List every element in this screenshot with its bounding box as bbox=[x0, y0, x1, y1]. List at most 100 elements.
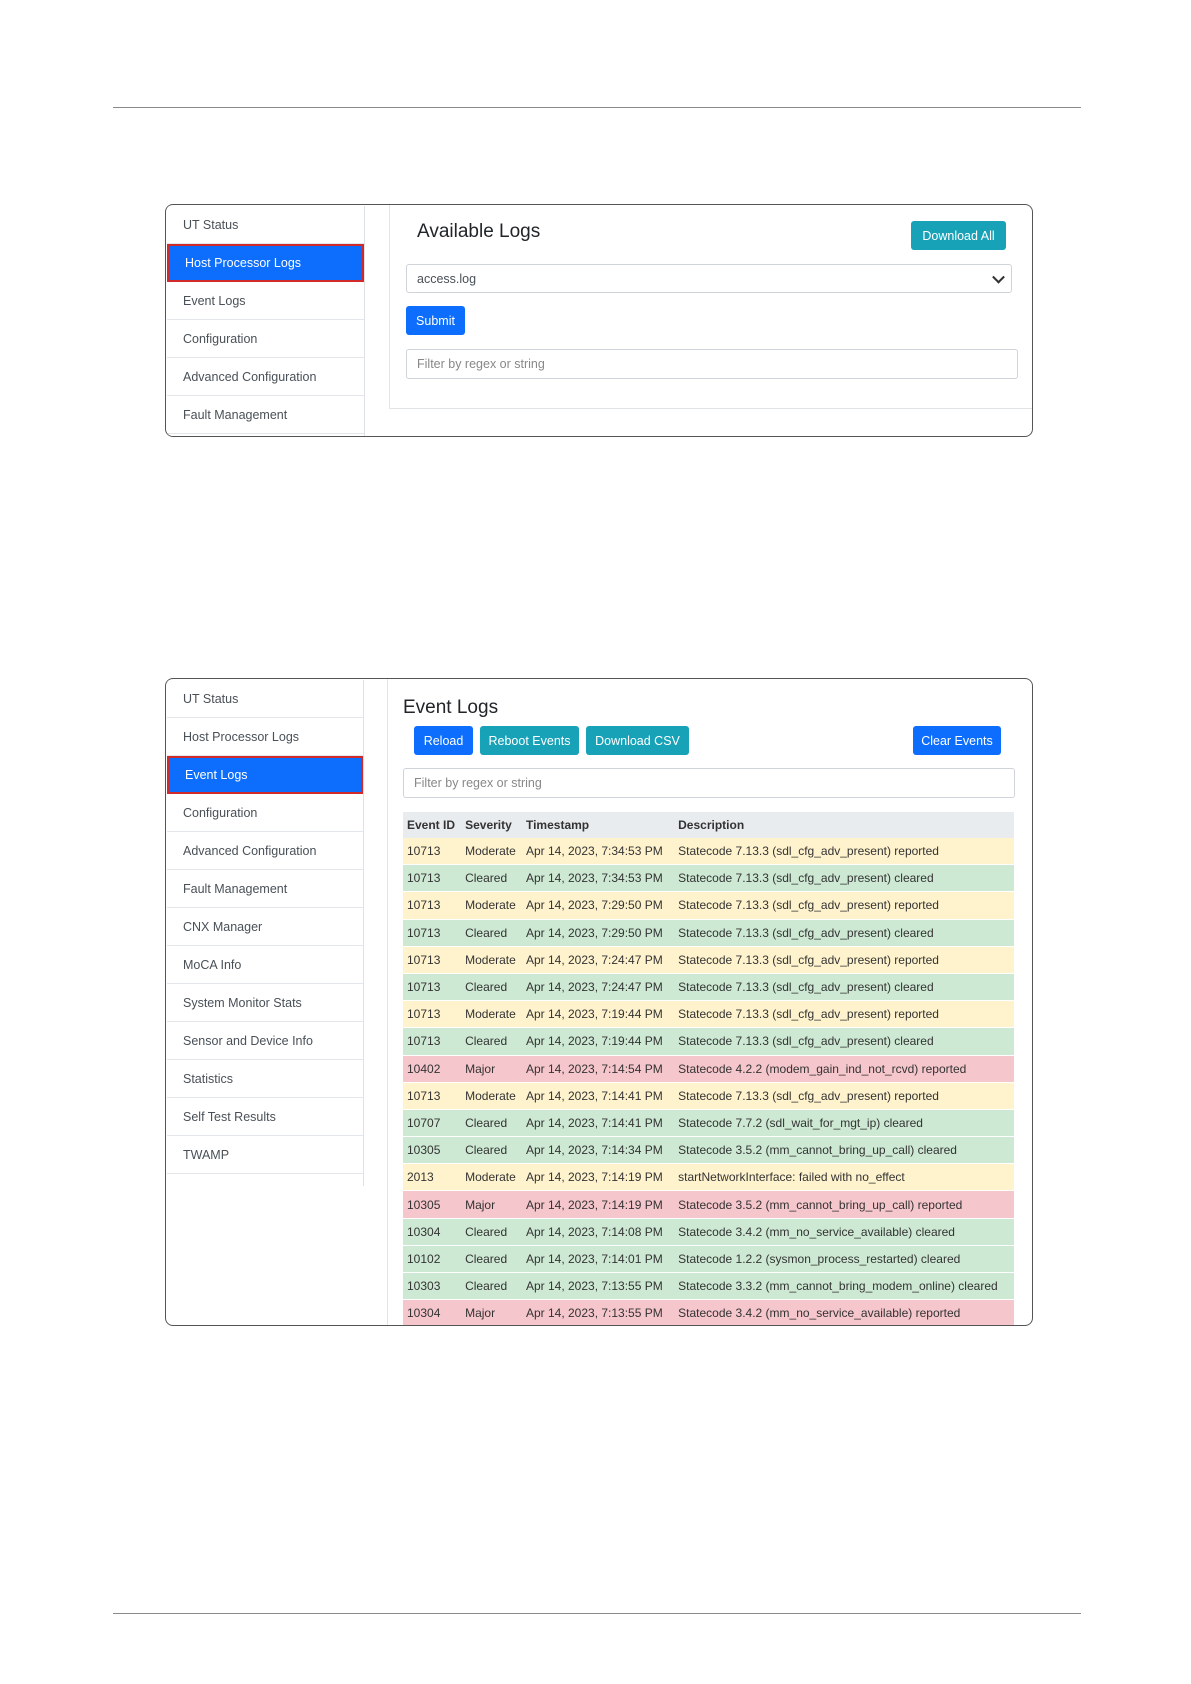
sidebar-list: UT Status Host Processor Logs Event Logs Co… bbox=[167, 680, 363, 1174]
timestamp-cell: Apr 14, 2023, 7:14:54 PM bbox=[521, 1055, 673, 1083]
severity-cell: Cleared bbox=[461, 919, 522, 947]
table-row: 10305 Major Apr 14, 2023, 7:14:19 PM Statec… bbox=[403, 1190, 1014, 1219]
host-processor-logs-screenshot: UT Status Host Processor Logs Event Logs Co… bbox=[165, 204, 1033, 437]
page-bottom-rule bbox=[113, 1613, 1081, 1614]
event-id-cell: 10713 bbox=[403, 1027, 462, 1056]
sidebar-item-advanced-configuration[interactable]: Advanced Configuration bbox=[167, 832, 363, 870]
event-log-table: Event ID Severity Timestamp Description … bbox=[403, 812, 1014, 1325]
sidebar-item-fault-management[interactable]: Fault Management bbox=[167, 870, 363, 908]
log-file-select-value: access.log bbox=[417, 271, 477, 286]
timestamp-cell: Apr 14, 2023, 7:24:47 PM bbox=[521, 973, 673, 1002]
timestamp-cell: Apr 14, 2023, 7:19:44 PM bbox=[521, 1027, 673, 1056]
timestamp-cell: Apr 14, 2023, 7:14:01 PM bbox=[521, 1245, 673, 1274]
table-row: 10402 Major Apr 14, 2023, 7:14:54 PM Statec… bbox=[403, 1055, 1014, 1083]
filter-input[interactable]: Filter by regex or string bbox=[406, 349, 1018, 379]
sidebar-item-sensor-and-device-info[interactable]: Sensor and Device Info bbox=[167, 1022, 363, 1060]
event-id-cell: 10713 bbox=[403, 1000, 462, 1029]
timestamp-cell: Apr 14, 2023, 7:13:55 PM bbox=[521, 1299, 673, 1325]
description-cell: Statecode 7.13.3 (sdl_cfg_adv_present) c… bbox=[672, 919, 1014, 947]
severity-cell: Moderate bbox=[461, 1082, 522, 1110]
timestamp-cell: Apr 14, 2023, 7:14:34 PM bbox=[521, 1136, 673, 1165]
event-log-table-body: 10713 Moderate Apr 14, 2023, 7:34:53 PM Sta… bbox=[403, 838, 1014, 1325]
reload-button[interactable]: Reload bbox=[414, 726, 473, 755]
event-id-cell: 10713 bbox=[403, 864, 462, 893]
sidebar: UT Status Host Processor Logs Event Logs Co… bbox=[167, 206, 365, 436]
sidebar-item-statistics[interactable]: Statistics bbox=[167, 1060, 363, 1098]
description-cell: Statecode 7.13.3 (sdl_cfg_adv_present) r… bbox=[672, 838, 1014, 866]
event-id-cell: 10102 bbox=[403, 1245, 462, 1274]
filter-input[interactable]: Filter by regex or string bbox=[403, 768, 1015, 798]
severity-cell: Cleared bbox=[461, 973, 522, 1002]
sidebar-item-fault-management[interactable]: Fault Management bbox=[167, 396, 364, 434]
severity-cell: Cleared bbox=[461, 864, 522, 893]
sidebar-item-host-processor-logs[interactable]: Host Processor Logs bbox=[167, 244, 364, 282]
description-cell: Statecode 3.4.2 (mm_no_service_available… bbox=[672, 1218, 1014, 1246]
severity-cell: Major bbox=[461, 1055, 522, 1083]
clear-events-button[interactable]: Clear Events bbox=[913, 726, 1001, 755]
table-row: 10304 Major Apr 14, 2023, 7:13:55 PM Statec… bbox=[403, 1299, 1014, 1325]
reboot-events-button[interactable]: Reboot Events bbox=[480, 726, 579, 755]
severity-cell: Moderate bbox=[461, 946, 522, 974]
description-cell: Statecode 7.7.2 (sdl_wait_for_mgt_ip) cl… bbox=[672, 1109, 1014, 1138]
sidebar-item-configuration[interactable]: Configuration bbox=[167, 320, 364, 358]
event-id-cell: 10305 bbox=[403, 1136, 462, 1165]
event-id-cell: 10713 bbox=[403, 891, 462, 920]
event-id-cell: 10713 bbox=[403, 838, 462, 866]
table-row: 10713 Cleared Apr 14, 2023, 7:24:47 PM Stat… bbox=[403, 973, 1014, 1002]
severity-cell: Cleared bbox=[461, 1027, 522, 1056]
event-id-cell: 10713 bbox=[403, 946, 462, 974]
severity-cell: Major bbox=[461, 1190, 522, 1219]
description-cell: Statecode 7.13.3 (sdl_cfg_adv_present) c… bbox=[672, 973, 1014, 1002]
timestamp-cell: Apr 14, 2023, 7:24:47 PM bbox=[521, 946, 673, 974]
event-id-cell: 10305 bbox=[403, 1190, 462, 1219]
severity-cell: Major bbox=[461, 1299, 522, 1325]
sidebar-item-configuration[interactable]: Configuration bbox=[167, 794, 363, 832]
sidebar: UT Status Host Processor Logs Event Logs Co… bbox=[167, 680, 364, 1186]
event-id-cell: 2013 bbox=[403, 1163, 462, 1192]
description-cell: Statecode 1.2.2 (sysmon_process_restarte… bbox=[672, 1245, 1014, 1274]
column-header-event-id[interactable]: Event ID bbox=[403, 812, 462, 838]
table-row: 10713 Moderate Apr 14, 2023, 7:29:50 PM Sta… bbox=[403, 891, 1014, 920]
event-id-cell: 10713 bbox=[403, 1082, 462, 1110]
column-header-severity[interactable]: Severity bbox=[461, 812, 522, 838]
timestamp-cell: Apr 14, 2023, 7:14:41 PM bbox=[521, 1082, 673, 1110]
sidebar-item-self-test-results[interactable]: Self Test Results bbox=[167, 1098, 363, 1136]
table-header-row: Event ID Severity Timestamp Description bbox=[403, 812, 1014, 838]
log-file-select[interactable]: access.log bbox=[406, 264, 1012, 293]
event-id-cell: 10304 bbox=[403, 1299, 462, 1325]
page-top-rule bbox=[113, 107, 1081, 108]
page-title: Event Logs bbox=[403, 697, 499, 718]
table-row: 10713 Cleared Apr 14, 2023, 7:19:44 PM Stat… bbox=[403, 1027, 1014, 1056]
event-id-cell: 10402 bbox=[403, 1055, 462, 1083]
timestamp-cell: Apr 14, 2023, 7:14:19 PM bbox=[521, 1163, 673, 1192]
download-csv-button[interactable]: Download CSV bbox=[586, 726, 689, 755]
sidebar-item-ut-status[interactable]: UT Status bbox=[167, 680, 363, 718]
table-row: 10713 Moderate Apr 14, 2023, 7:19:44 PM Sta… bbox=[403, 1000, 1014, 1029]
sidebar-item-event-logs[interactable]: Event Logs bbox=[167, 756, 363, 794]
sidebar-item-event-logs[interactable]: Event Logs bbox=[167, 282, 364, 320]
event-id-cell: 10713 bbox=[403, 973, 462, 1002]
download-all-button[interactable]: Download All bbox=[911, 221, 1006, 250]
event-id-cell: 10707 bbox=[403, 1109, 462, 1138]
timestamp-cell: Apr 14, 2023, 7:19:44 PM bbox=[521, 1000, 673, 1029]
table-row: 10304 Cleared Apr 14, 2023, 7:14:08 PM Stat… bbox=[403, 1218, 1014, 1246]
sidebar-item-advanced-configuration[interactable]: Advanced Configuration bbox=[167, 358, 364, 396]
sidebar-item-cnx-manager[interactable]: CNX Manager bbox=[167, 908, 363, 946]
table-row: 10102 Cleared Apr 14, 2023, 7:14:01 PM Stat… bbox=[403, 1245, 1014, 1274]
sidebar-item-ut-status[interactable]: UT Status bbox=[167, 206, 364, 244]
sidebar-item-twamp[interactable]: TWAMP bbox=[167, 1136, 363, 1174]
table-row: 10713 Cleared Apr 14, 2023, 7:34:53 PM Stat… bbox=[403, 864, 1014, 893]
table-row: 2013 Moderate Apr 14, 2023, 7:14:19 PM star… bbox=[403, 1163, 1014, 1192]
column-header-description[interactable]: Description bbox=[672, 812, 1014, 838]
sidebar-item-moca-info[interactable]: MoCA Info bbox=[167, 946, 363, 984]
sidebar-item-host-processor-logs[interactable]: Host Processor Logs bbox=[167, 718, 363, 756]
submit-button[interactable]: Submit bbox=[406, 306, 465, 335]
chevron-down-icon bbox=[992, 270, 1005, 284]
sidebar-item-system-monitor-stats[interactable]: System Monitor Stats bbox=[167, 984, 363, 1022]
timestamp-cell: Apr 14, 2023, 7:14:41 PM bbox=[521, 1109, 673, 1138]
column-header-timestamp[interactable]: Timestamp bbox=[521, 812, 673, 838]
sidebar-list: UT Status Host Processor Logs Event Logs Co… bbox=[167, 206, 364, 434]
timestamp-cell: Apr 14, 2023, 7:14:08 PM bbox=[521, 1218, 673, 1246]
severity-cell: Cleared bbox=[461, 1272, 522, 1301]
table-row: 10303 Cleared Apr 14, 2023, 7:13:55 PM Stat… bbox=[403, 1272, 1014, 1301]
